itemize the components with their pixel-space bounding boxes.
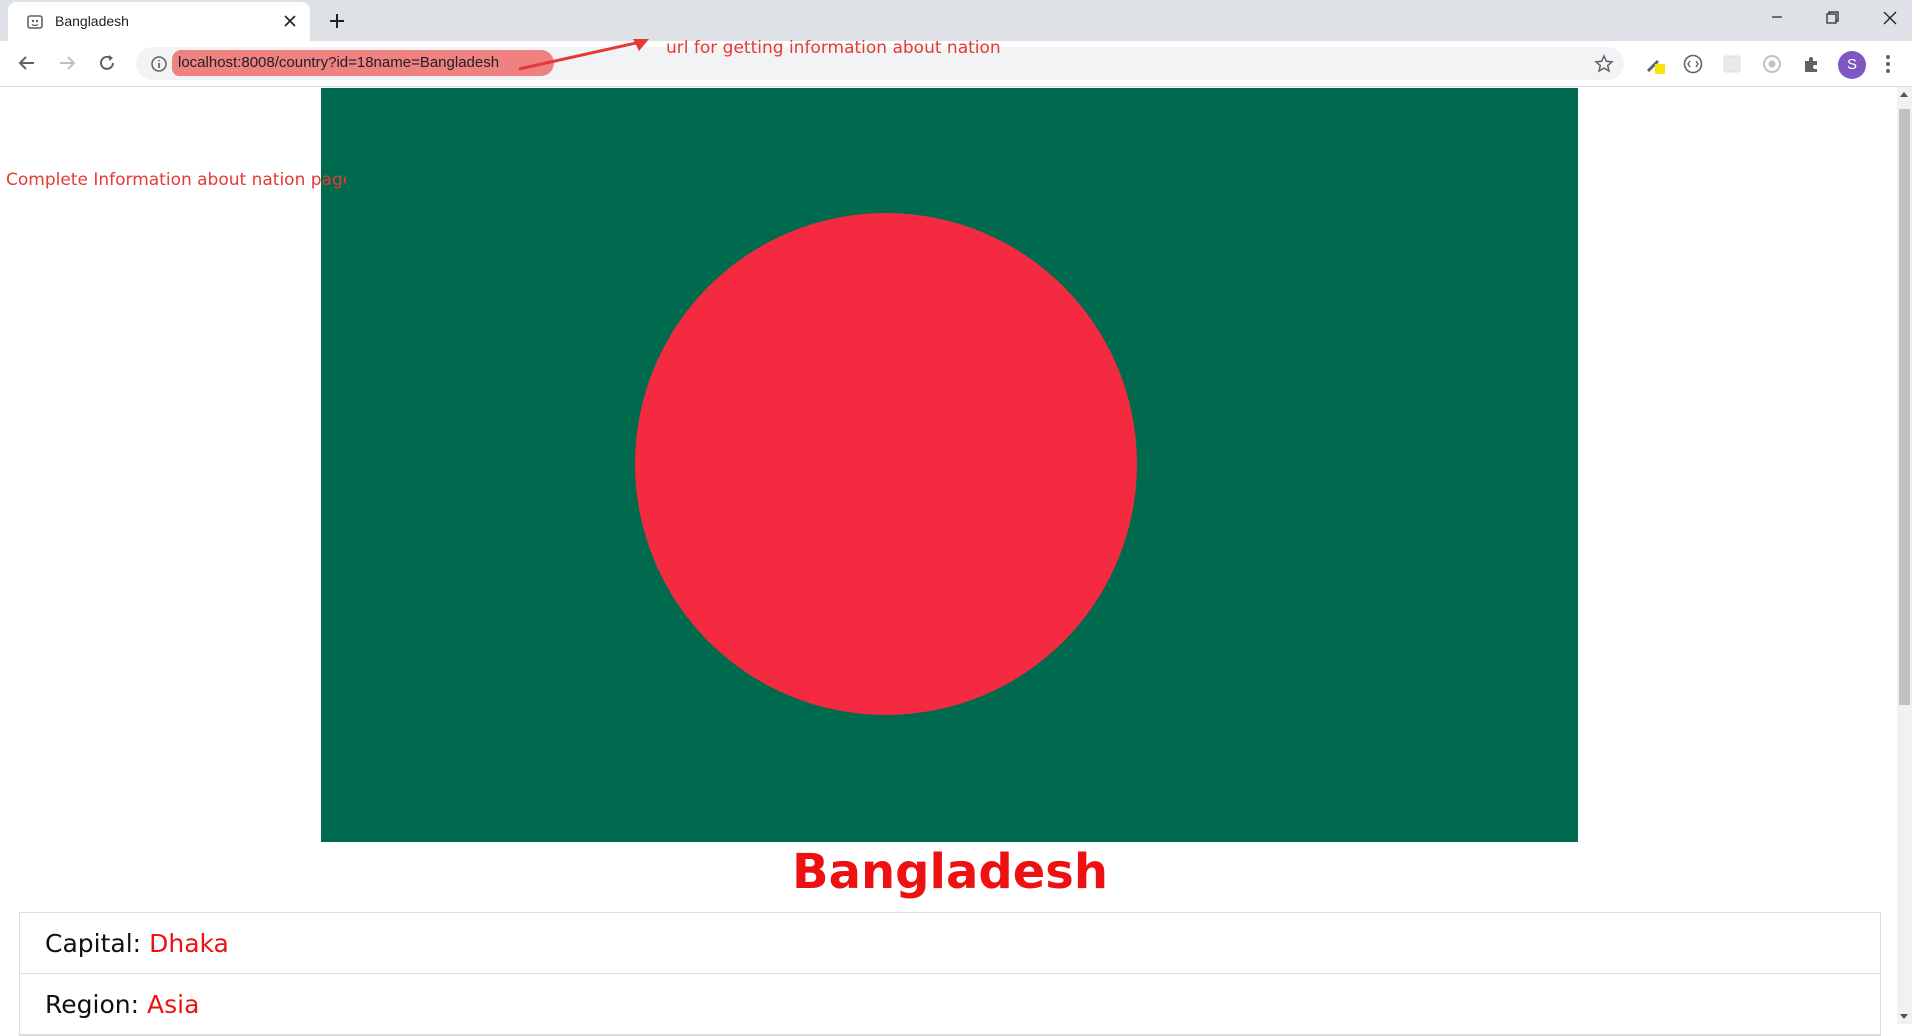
- back-icon[interactable]: [15, 51, 39, 75]
- star-icon[interactable]: [1594, 54, 1614, 74]
- minimize-icon[interactable]: [1760, 6, 1794, 30]
- detail-label: Region:: [45, 989, 140, 1019]
- url-text[interactable]: localhost:8008/country?id=18name=Banglad…: [178, 54, 499, 71]
- url-annotation: url for getting information about nation: [666, 38, 1001, 58]
- country-details: Capital: Dhaka Region: Asia: [19, 912, 1881, 1036]
- country-name: Bangladesh: [791, 844, 1108, 900]
- detail-value: Asia: [147, 989, 200, 1019]
- page-scrollbar[interactable]: [1897, 87, 1912, 1024]
- reload-icon[interactable]: [95, 51, 119, 75]
- extension-icon[interactable]: [1721, 53, 1743, 75]
- detail-value: Dhaka: [149, 928, 229, 958]
- detail-label: Capital:: [45, 928, 142, 958]
- annotation-arrow: [518, 39, 649, 71]
- restore-icon[interactable]: [1815, 6, 1849, 30]
- tab-title: Bangladesh: [55, 13, 129, 29]
- close-icon[interactable]: [282, 13, 298, 29]
- scroll-down-icon[interactable]: [1900, 1014, 1908, 1019]
- menu-icon[interactable]: [1884, 53, 1892, 75]
- window-close-icon[interactable]: [1873, 6, 1907, 30]
- eyedropper-icon[interactable]: [1644, 53, 1666, 75]
- info-icon[interactable]: [150, 55, 168, 73]
- page-annotation: Complete Information about nation page: [6, 170, 346, 190]
- plus-icon[interactable]: [325, 9, 349, 33]
- list-item: Region: Asia: [20, 974, 1880, 1035]
- browser-tab[interactable]: Bangladesh: [8, 2, 310, 41]
- flag-red-disc: [635, 213, 1137, 715]
- puzzle-icon[interactable]: [1801, 53, 1823, 75]
- avatar[interactable]: S: [1838, 51, 1866, 79]
- forward-icon[interactable]: [55, 51, 79, 75]
- scroll-up-icon[interactable]: [1900, 92, 1908, 97]
- country-flag: [321, 88, 1578, 842]
- tab-strip: Bangladesh: [0, 0, 1912, 41]
- extension-icon[interactable]: [1682, 53, 1704, 75]
- favicon-icon: [27, 15, 43, 29]
- list-item: Capital: Dhaka: [20, 913, 1880, 974]
- scroll-thumb[interactable]: [1899, 109, 1910, 705]
- extension-icon[interactable]: [1761, 53, 1783, 75]
